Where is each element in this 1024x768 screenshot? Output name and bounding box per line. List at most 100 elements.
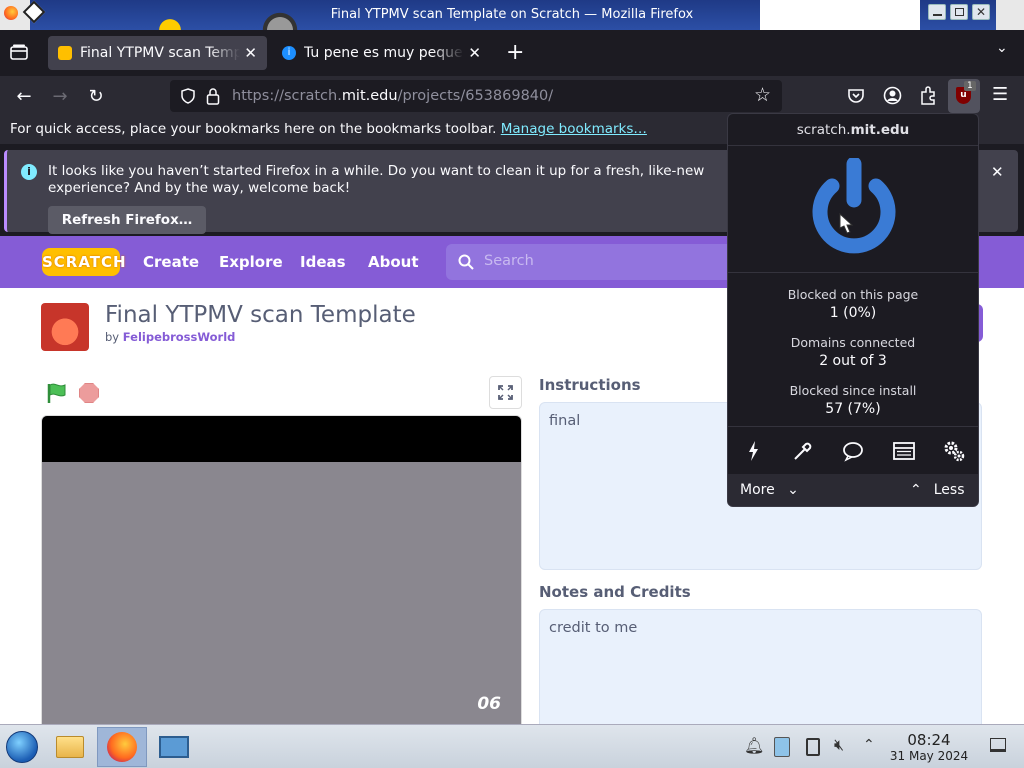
taskbar: 🔔︎ 🔇︎ ⌃ 08:24 31 May 2024 — [0, 724, 1024, 768]
extensions-puzzle-icon[interactable] — [920, 86, 938, 105]
forward-button[interactable]: → — [48, 84, 72, 108]
blocked-install-value: 57 (7%) — [825, 401, 881, 417]
project-thumbnail — [41, 303, 89, 351]
notifications-bell-icon[interactable]: 🔔︎ — [744, 736, 764, 755]
blocked-page-value: 1 (0%) — [829, 305, 877, 321]
new-tab-button[interactable]: + — [506, 40, 524, 65]
back-button[interactable]: ← — [12, 84, 36, 108]
settings-gears-icon[interactable] — [942, 439, 966, 463]
scratch-logo[interactable]: SCRATCH — [42, 248, 126, 276]
refresh-firefox-button[interactable]: Refresh Firefox… — [48, 206, 206, 234]
ublock-popup: scratch.mit.edu Blocked on this page 1 (… — [727, 113, 979, 507]
folder-icon — [56, 736, 84, 758]
clock-time: 08:24 — [907, 731, 951, 749]
show-desktop-icon[interactable] — [990, 738, 1006, 752]
close-tab-icon[interactable]: ✕ — [468, 44, 481, 62]
notes-heading: Notes and Credits — [539, 583, 691, 601]
tab-overview-icon[interactable] — [10, 44, 28, 60]
titlebar-decoration — [720, 0, 920, 30]
manage-bookmarks-link[interactable]: Manage bookmarks… — [501, 121, 647, 137]
stage-black-band — [42, 416, 521, 462]
app-menu-icon[interactable]: ☰ — [992, 84, 1008, 105]
list-all-tabs-icon[interactable]: ⌄ — [996, 40, 1008, 56]
account-icon[interactable] — [883, 86, 902, 105]
close-tab-icon[interactable]: ✕ — [244, 44, 257, 62]
project-stage[interactable]: 06 — [41, 415, 522, 724]
more-button[interactable]: More ⌄ — [740, 482, 799, 498]
clock[interactable]: 08:24 31 May 2024 — [886, 731, 972, 763]
search-placeholder: Search — [484, 253, 534, 269]
url-bar[interactable]: https://scratch.mit.edu/projects/6538698… — [170, 80, 782, 112]
close-notification-icon[interactable]: ✕ — [991, 163, 1004, 181]
titlebar-decoration — [996, 0, 1024, 30]
search-icon — [458, 254, 474, 270]
maximize-button[interactable] — [950, 4, 968, 20]
green-flag-icon[interactable] — [46, 382, 68, 404]
clock-date: 31 May 2024 — [889, 749, 969, 763]
nav-about[interactable]: About — [368, 253, 419, 271]
scratch-favicon-icon — [58, 46, 72, 60]
volume-muted-icon[interactable]: 🔇︎ — [834, 735, 844, 755]
lightning-icon[interactable] — [742, 439, 766, 463]
more-label: More — [740, 482, 775, 498]
bookmarks-hint-text: For quick access, place your bookmarks h… — [10, 121, 497, 137]
tab-second[interactable]: i Tu pene es muy pequeño ✕ — [272, 36, 491, 70]
tab-label: Tu pene es muy pequeño — [304, 45, 464, 61]
ublock-stats: Blocked on this page 1 (0%) Domains conn… — [728, 272, 978, 426]
notes-panel: credit to me — [539, 609, 982, 724]
chevron-down-icon: ⌄ — [787, 482, 799, 498]
tab-label: Final YTPMV scan Template — [80, 45, 240, 61]
project-title: Final YTPMV scan Template — [105, 302, 416, 328]
power-toggle-icon[interactable] — [806, 158, 902, 258]
url-text[interactable]: https://scratch.mit.edu/projects/6538698… — [232, 88, 553, 104]
info-favicon-icon: i — [282, 46, 296, 60]
info-icon: i — [21, 164, 37, 180]
firefox-icon — [107, 732, 137, 762]
ublock-origin-button[interactable]: u 1 — [948, 79, 980, 113]
firefox-taskbar-button[interactable] — [97, 727, 147, 767]
tray-expand-icon[interactable]: ⌃ — [863, 737, 875, 753]
ublock-footer: More ⌄ ⌃ Less — [728, 474, 978, 506]
domains-connected-label: Domains connected — [790, 335, 916, 350]
instructions-heading: Instructions — [539, 376, 641, 394]
tab-scratch-project[interactable]: Final YTPMV scan Template ✕ — [48, 36, 267, 70]
eyedropper-icon[interactable] — [791, 439, 815, 463]
lock-icon[interactable] — [206, 87, 220, 105]
chevron-up-icon: ⌃ — [910, 482, 922, 498]
navigation-toolbar: ← → ↻ https://scratch.mit.edu/projects/6… — [0, 76, 1024, 116]
ublock-domain: scratch.mit.edu — [728, 114, 978, 146]
bookmark-star-icon[interactable]: ☆ — [754, 84, 771, 106]
fullscreen-icon[interactable] — [489, 376, 522, 409]
blocked-install-label: Blocked since install — [789, 383, 917, 398]
by-label: by — [105, 330, 120, 344]
ublock-tools — [728, 426, 978, 474]
clipboard-icon[interactable] — [806, 738, 820, 756]
logger-list-icon[interactable] — [892, 439, 916, 463]
author-link[interactable]: FelipebrossWorld — [123, 330, 236, 344]
pocket-icon[interactable] — [847, 87, 865, 105]
windows-orb-icon — [6, 731, 38, 763]
scratch-search-input[interactable]: Search — [446, 244, 746, 280]
start-button[interactable] — [2, 727, 42, 767]
file-manager-button[interactable] — [50, 727, 90, 767]
domains-connected-value: 2 out of 3 — [819, 353, 887, 369]
less-button[interactable]: ⌃ Less — [910, 482, 965, 498]
network-icon[interactable] — [774, 737, 790, 757]
bookmarks-hint: For quick access, place your bookmarks h… — [10, 121, 647, 137]
nav-explore[interactable]: Explore — [219, 253, 283, 271]
minimize-button[interactable] — [928, 4, 946, 20]
window-title-bar: Final YTPMV scan Template on Scratch — M… — [0, 0, 1024, 30]
close-window-button[interactable]: ✕ — [972, 4, 990, 20]
reload-button[interactable]: ↻ — [84, 84, 108, 108]
nav-ideas[interactable]: Ideas — [300, 253, 346, 271]
blocked-page-label: Blocked on this page — [787, 287, 919, 302]
notification-message: It looks like you haven’t started Firefo… — [48, 163, 705, 196]
stop-icon[interactable] — [79, 383, 99, 403]
tab-strip: Final YTPMV scan Template ✕ i Tu pene es… — [0, 30, 1024, 76]
speech-bubble-icon[interactable] — [841, 439, 865, 463]
tracking-shield-icon[interactable] — [180, 88, 196, 104]
nav-create[interactable]: Create — [143, 253, 199, 271]
system-settings-button[interactable] — [154, 727, 194, 767]
stage-number: 06 — [477, 694, 501, 714]
project-byline: by FelipebrossWorld — [105, 330, 235, 344]
